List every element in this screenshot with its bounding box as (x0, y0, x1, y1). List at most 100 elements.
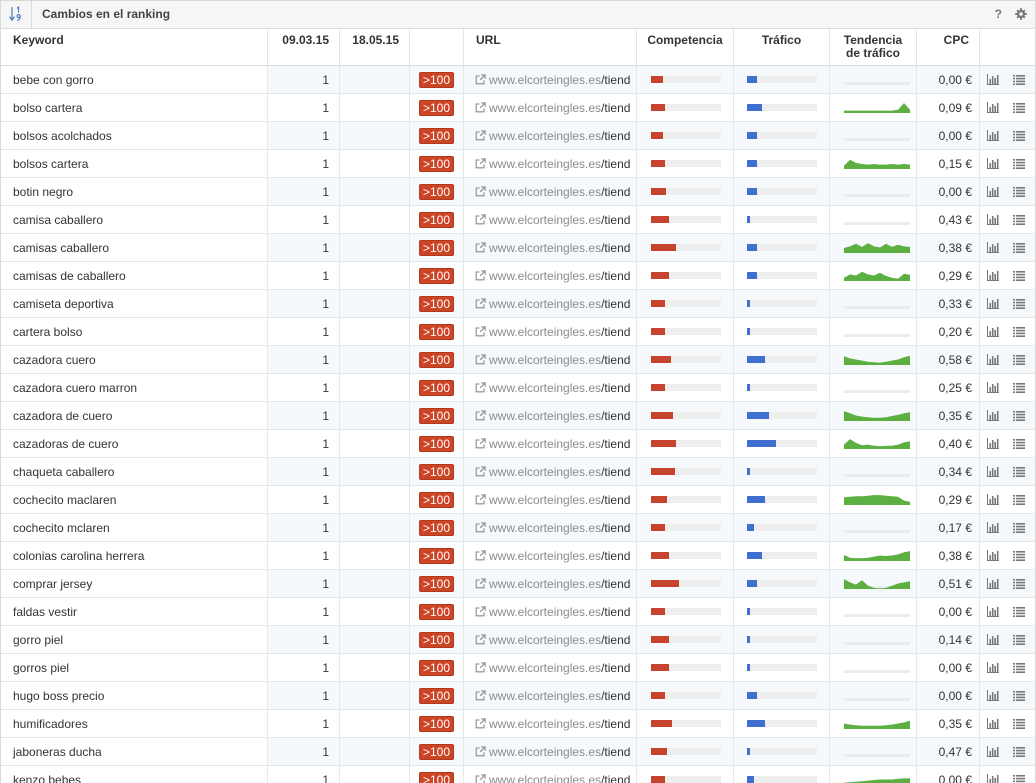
url-link[interactable]: www.elcorteingles.es/tiend (475, 185, 630, 199)
url-link[interactable]: www.elcorteingles.es/tiend (475, 129, 630, 143)
list-icon[interactable] (1013, 74, 1025, 85)
bar-chart-icon[interactable] (987, 186, 999, 197)
list-icon[interactable] (1013, 606, 1025, 617)
url-link[interactable]: www.elcorteingles.es/tiend (475, 353, 630, 367)
list-icon[interactable] (1013, 270, 1025, 281)
list-icon[interactable] (1013, 298, 1025, 309)
bar-chart-icon[interactable] (987, 130, 999, 141)
url-link[interactable]: www.elcorteingles.es/tiend (475, 493, 630, 507)
sort-numeric-icon[interactable] (0, 0, 32, 28)
list-icon[interactable] (1013, 410, 1025, 421)
column-header-traffic[interactable]: Tráfico (734, 29, 830, 65)
url-link[interactable]: www.elcorteingles.es/tiend (475, 437, 630, 451)
bar-chart-icon[interactable] (987, 522, 999, 533)
list-icon[interactable] (1013, 382, 1025, 393)
list-icon[interactable] (1013, 158, 1025, 169)
url-link[interactable]: www.elcorteingles.es/tiend (475, 73, 630, 87)
bar-chart-icon[interactable] (987, 410, 999, 421)
column-header-traffic-trend[interactable]: Tendencia de tráfico (830, 29, 917, 65)
url-link[interactable]: www.elcorteingles.es/tiend (475, 409, 630, 423)
bar-chart-icon[interactable] (987, 494, 999, 505)
url-link[interactable]: www.elcorteingles.es/tiend (475, 381, 630, 395)
bar-chart-icon[interactable] (987, 214, 999, 225)
url-link[interactable]: www.elcorteingles.es/tiend (475, 465, 630, 479)
keyword-text[interactable]: gorros piel (13, 661, 69, 675)
keyword-text[interactable]: chaqueta caballero (13, 465, 114, 479)
keyword-text[interactable]: gorro piel (13, 633, 63, 647)
list-icon[interactable] (1013, 242, 1025, 253)
bar-chart-icon[interactable] (987, 102, 999, 113)
help-button[interactable]: ? (995, 7, 1002, 21)
url-link[interactable]: www.elcorteingles.es/tiend (475, 521, 630, 535)
url-link[interactable]: www.elcorteingles.es/tiend (475, 633, 630, 647)
bar-chart-icon[interactable] (987, 466, 999, 477)
keyword-text[interactable]: cochecito mclaren (13, 521, 110, 535)
url-link[interactable]: www.elcorteingles.es/tiend (475, 157, 630, 171)
url-link[interactable]: www.elcorteingles.es/tiend (475, 269, 630, 283)
keyword-text[interactable]: cazadora cuero marron (13, 381, 137, 395)
gear-icon[interactable] (1015, 8, 1027, 20)
url-link[interactable]: www.elcorteingles.es/tiend (475, 241, 630, 255)
list-icon[interactable] (1013, 746, 1025, 757)
bar-chart-icon[interactable] (987, 718, 999, 729)
keyword-text[interactable]: colonias carolina herrera (13, 549, 144, 563)
bar-chart-icon[interactable] (987, 606, 999, 617)
keyword-text[interactable]: camisa caballero (13, 213, 103, 227)
url-link[interactable]: www.elcorteingles.es/tiend (475, 101, 630, 115)
url-link[interactable]: www.elcorteingles.es/tiend (475, 745, 630, 759)
keyword-text[interactable]: kenzo bebes (13, 773, 81, 783)
keyword-text[interactable]: cazadora de cuero (13, 409, 112, 423)
keyword-text[interactable]: bolsos cartera (13, 157, 88, 171)
keyword-text[interactable]: camisas de caballero (13, 269, 126, 283)
keyword-text[interactable]: comprar jersey (13, 577, 92, 591)
keyword-text[interactable]: jaboneras ducha (13, 745, 102, 759)
bar-chart-icon[interactable] (987, 438, 999, 449)
bar-chart-icon[interactable] (987, 634, 999, 645)
column-header-date1[interactable]: 09.03.15 (268, 29, 340, 65)
column-header-keyword[interactable]: Keyword (0, 29, 268, 65)
url-link[interactable]: www.elcorteingles.es/tiend (475, 717, 630, 731)
bar-chart-icon[interactable] (987, 578, 999, 589)
keyword-text[interactable]: hugo boss precio (13, 689, 104, 703)
keyword-text[interactable]: faldas vestir (13, 605, 77, 619)
bar-chart-icon[interactable] (987, 270, 999, 281)
bar-chart-icon[interactable] (987, 690, 999, 701)
url-link[interactable]: www.elcorteingles.es/tiend (475, 773, 630, 783)
bar-chart-icon[interactable] (987, 354, 999, 365)
bar-chart-icon[interactable] (987, 382, 999, 393)
bar-chart-icon[interactable] (987, 158, 999, 169)
keyword-text[interactable]: cochecito maclaren (13, 493, 116, 507)
bar-chart-icon[interactable] (987, 74, 999, 85)
list-icon[interactable] (1013, 130, 1025, 141)
url-link[interactable]: www.elcorteingles.es/tiend (475, 297, 630, 311)
list-icon[interactable] (1013, 550, 1025, 561)
list-icon[interactable] (1013, 438, 1025, 449)
url-link[interactable]: www.elcorteingles.es/tiend (475, 605, 630, 619)
column-header-competition[interactable]: Competencia (637, 29, 734, 65)
list-icon[interactable] (1013, 522, 1025, 533)
list-icon[interactable] (1013, 186, 1025, 197)
keyword-text[interactable]: cartera bolso (13, 325, 82, 339)
list-icon[interactable] (1013, 214, 1025, 225)
keyword-text[interactable]: bolsos acolchados (13, 129, 112, 143)
bar-chart-icon[interactable] (987, 746, 999, 757)
url-link[interactable]: www.elcorteingles.es/tiend (475, 549, 630, 563)
keyword-text[interactable]: bolso cartera (13, 101, 82, 115)
list-icon[interactable] (1013, 690, 1025, 701)
column-header-date2[interactable]: 18.05.15 (340, 29, 410, 65)
bar-chart-icon[interactable] (987, 550, 999, 561)
keyword-text[interactable]: cazadora cuero (13, 353, 96, 367)
bar-chart-icon[interactable] (987, 298, 999, 309)
list-icon[interactable] (1013, 578, 1025, 589)
column-header-url[interactable]: URL (464, 29, 637, 65)
list-icon[interactable] (1013, 354, 1025, 365)
keyword-text[interactable]: humificadores (13, 717, 88, 731)
bar-chart-icon[interactable] (987, 662, 999, 673)
url-link[interactable]: www.elcorteingles.es/tiend (475, 689, 630, 703)
list-icon[interactable] (1013, 326, 1025, 337)
column-header-cpc[interactable]: CPC (917, 29, 980, 65)
list-icon[interactable] (1013, 774, 1025, 783)
keyword-text[interactable]: botin negro (13, 185, 73, 199)
list-icon[interactable] (1013, 494, 1025, 505)
list-icon[interactable] (1013, 718, 1025, 729)
